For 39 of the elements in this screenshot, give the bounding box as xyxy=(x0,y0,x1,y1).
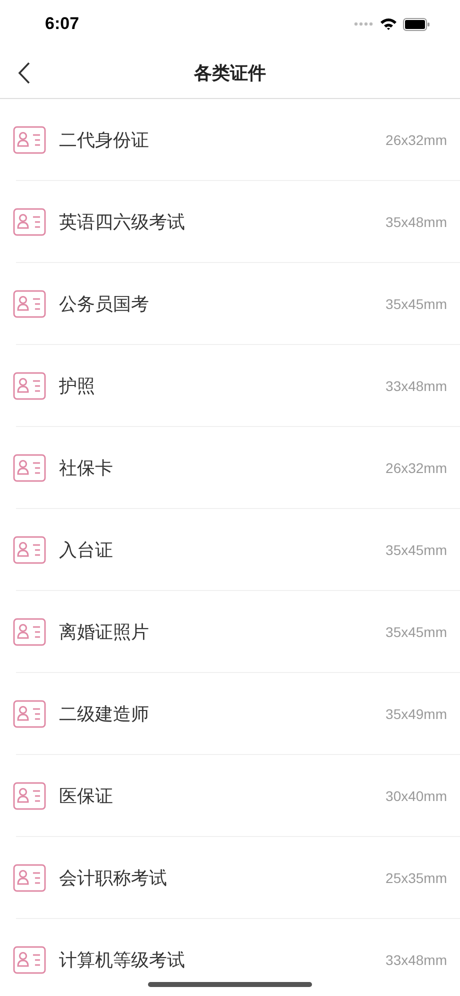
document-type-label[interactable]: 公务员国考 xyxy=(59,292,386,316)
id-card-icon xyxy=(13,126,46,154)
photo-size-label: 35x45mm xyxy=(386,624,447,640)
photo-size-label: 35x49mm xyxy=(386,706,447,722)
status-time: 6:07 xyxy=(45,14,80,34)
id-card-icon xyxy=(13,782,46,810)
id-card-icon xyxy=(13,290,46,318)
page-title: 各类证件 xyxy=(194,62,266,85)
photo-size-label: 33x48mm xyxy=(386,952,447,968)
signal-icon xyxy=(354,22,374,26)
photo-size-label: 26x32mm xyxy=(386,460,447,476)
back-icon[interactable] xyxy=(18,62,30,84)
document-type-label[interactable]: 医保证 xyxy=(59,784,386,808)
photo-size-label: 35x45mm xyxy=(386,542,447,558)
document-type-label[interactable]: 英语四六级考试 xyxy=(59,210,386,234)
document-type-label[interactable]: 入台证 xyxy=(59,538,386,562)
photo-size-label: 25x35mm xyxy=(386,870,447,886)
document-type-label[interactable]: 二级建造师 xyxy=(59,702,386,726)
photo-size-label: 35x45mm xyxy=(386,296,447,312)
document-type-label[interactable]: 社保卡 xyxy=(59,456,386,480)
id-card-icon xyxy=(13,454,46,482)
photo-size-label: 30x40mm xyxy=(386,788,447,804)
document-type-label[interactable]: 计算机等级考试 xyxy=(59,948,386,972)
id-card-icon xyxy=(13,864,46,892)
battery-icon xyxy=(403,18,430,30)
photo-size-label: 33x48mm xyxy=(386,378,447,394)
id-card-icon xyxy=(13,208,46,236)
document-type-label[interactable]: 护照 xyxy=(59,374,386,398)
document-type-label[interactable]: 会计职称考试 xyxy=(59,866,386,890)
id-card-icon xyxy=(13,372,46,400)
id-card-icon xyxy=(13,618,46,646)
id-card-icon xyxy=(13,946,46,974)
photo-size-label: 35x48mm xyxy=(386,214,447,230)
photo-size-label: 26x32mm xyxy=(386,132,447,148)
id-card-icon xyxy=(13,700,46,728)
id-card-icon xyxy=(13,536,46,564)
document-type-label[interactable]: 二代身份证 xyxy=(59,128,386,152)
document-type-label[interactable]: 离婚证照片 xyxy=(59,620,386,644)
wifi-icon xyxy=(380,18,397,30)
